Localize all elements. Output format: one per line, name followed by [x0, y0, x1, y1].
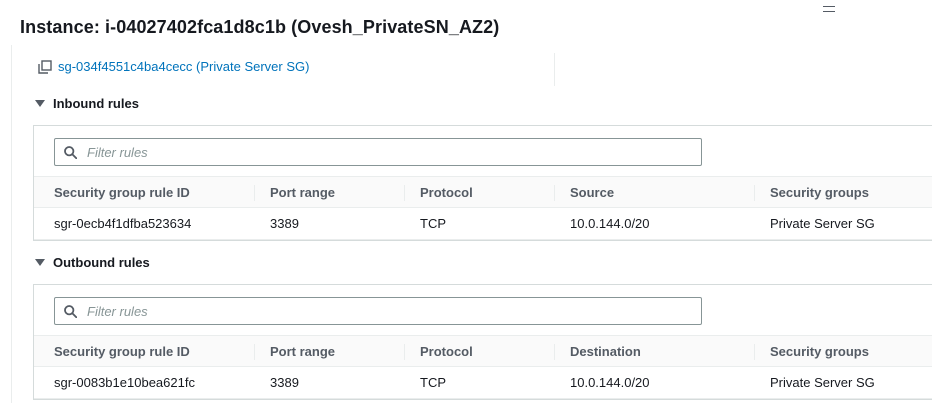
caret-down-icon	[35, 100, 45, 107]
inbound-rules-toggle[interactable]: Inbound rules	[35, 96, 139, 111]
security-groups-cell: Private Server SG	[770, 375, 875, 390]
column-header[interactable]: Protocol	[420, 177, 473, 208]
destination-cell: 10.0.144.0/20	[570, 375, 650, 390]
table-row[interactable]: sgr-0083b1e10bea621fc 3389 TCP 10.0.144.…	[34, 367, 932, 399]
protocol-cell: TCP	[420, 216, 446, 231]
page-title: Instance: i-04027402fca1d8c1b (Ovesh_Pri…	[20, 17, 500, 37]
outbound-rules-panel: Security group rule ID Port range Protoc…	[33, 284, 932, 400]
security-groups-cell: Private Server SG	[770, 216, 875, 231]
column-separator[interactable]	[254, 344, 255, 360]
inbound-rules-label: Inbound rules	[53, 96, 139, 111]
protocol-cell: TCP	[420, 375, 446, 390]
column-separator[interactable]	[754, 344, 755, 360]
column-header[interactable]: Security groups	[770, 177, 869, 208]
outbound-rules-label: Outbound rules	[53, 255, 150, 270]
rule-id-cell: sgr-0ecb4f1dfba523634	[54, 216, 192, 231]
column-header[interactable]: Security group rule ID	[54, 336, 190, 367]
outbound-rules-toggle[interactable]: Outbound rules	[35, 255, 150, 270]
inbound-filter-field[interactable]	[54, 138, 702, 166]
column-header[interactable]: Security group rule ID	[54, 177, 190, 208]
column-divider	[554, 53, 555, 86]
table-row[interactable]: sgr-0ecb4f1dfba523634 3389 TCP 10.0.144.…	[34, 208, 932, 240]
port-range-cell: 3389	[270, 375, 299, 390]
table-header-row: Security group rule ID Port range Protoc…	[34, 176, 932, 208]
inbound-rules-table: Security group rule ID Port range Protoc…	[34, 176, 932, 240]
column-header[interactable]: Protocol	[420, 336, 473, 367]
left-rail-divider	[11, 45, 12, 403]
search-icon	[64, 304, 77, 318]
column-header[interactable]: Destination	[570, 336, 641, 367]
column-separator[interactable]	[554, 344, 555, 360]
column-header[interactable]: Port range	[270, 336, 335, 367]
rule-id-cell: sgr-0083b1e10bea621fc	[54, 375, 195, 390]
column-separator[interactable]	[754, 185, 755, 201]
column-header[interactable]: Source	[570, 177, 614, 208]
security-group-link-label[interactable]: sg-034f4551c4ba4cecc (Private Server SG)	[58, 59, 309, 74]
table-header-row: Security group rule ID Port range Protoc…	[34, 335, 932, 367]
outbound-filter-field[interactable]	[54, 297, 702, 325]
port-range-cell: 3389	[270, 216, 299, 231]
security-group-link[interactable]: sg-034f4551c4ba4cecc (Private Server SG)	[38, 59, 309, 74]
outbound-rules-table: Security group rule ID Port range Protoc…	[34, 335, 932, 399]
column-separator[interactable]	[554, 185, 555, 201]
column-separator[interactable]	[404, 344, 405, 360]
search-icon	[64, 145, 77, 159]
inbound-filter-input[interactable]	[87, 144, 647, 160]
caret-down-icon	[35, 259, 45, 266]
inbound-rules-panel: Security group rule ID Port range Protoc…	[33, 125, 932, 241]
column-separator[interactable]	[254, 185, 255, 201]
column-header[interactable]: Port range	[270, 177, 335, 208]
source-cell: 10.0.144.0/20	[570, 216, 650, 231]
column-separator[interactable]	[404, 185, 405, 201]
outbound-filter-input[interactable]	[87, 303, 647, 319]
copy-icon[interactable]	[38, 59, 52, 74]
column-header[interactable]: Security groups	[770, 336, 869, 367]
menu-icon[interactable]	[823, 6, 835, 12]
